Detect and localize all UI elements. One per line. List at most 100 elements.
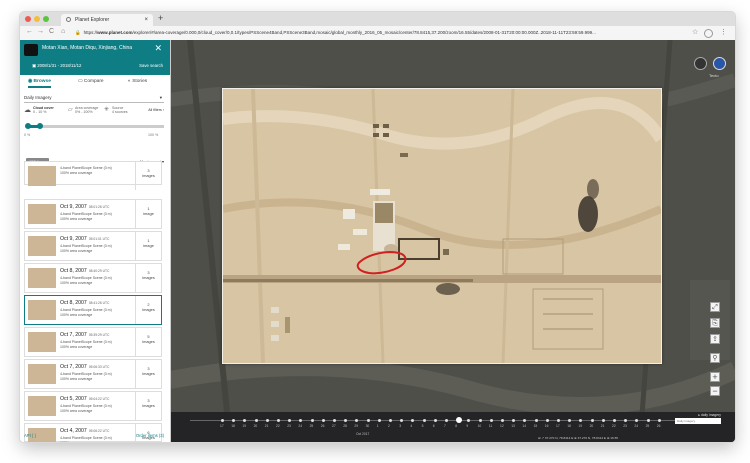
- timeline-day-marker[interactable]: [400, 419, 404, 422]
- timeline-day-marker[interactable]: [366, 419, 370, 422]
- timeline-day-marker[interactable]: [478, 419, 482, 422]
- daily-imagery-input[interactable]: Daily imagery: [675, 418, 721, 424]
- list-item[interactable]: 4-band PlanetScope Scene (3 m) 100% area …: [24, 161, 162, 190]
- list-item[interactable]: Oct 8, 2007 08:40:29 UTC 4-band PlanetScop…: [24, 263, 162, 293]
- image-count[interactable]: 3 images: [135, 360, 161, 388]
- timeline-day-marker[interactable]: [221, 419, 224, 422]
- zoom-in-button[interactable]: +: [710, 372, 720, 382]
- timeline-day-marker[interactable]: [613, 419, 616, 422]
- all-filters-button[interactable]: All filters ›: [148, 108, 164, 112]
- area-filter[interactable]: Area coverage 0% - 100%: [75, 106, 98, 114]
- list-item[interactable]: Oct 7, 2007 05:06:33 UTC 4-band PlanetScop…: [24, 359, 162, 389]
- list-item[interactable]: Oct 8, 2007 08:41:26 UTC 4-band PlanetScop…: [24, 295, 162, 325]
- api-link[interactable]: API { }: [24, 430, 36, 442]
- image-count[interactable]: 1 image: [135, 232, 161, 260]
- back-button[interactable]: ←: [26, 28, 33, 35]
- cloud-cover-slider[interactable]: [25, 123, 164, 129]
- timeline-day-marker[interactable]: [355, 419, 359, 422]
- home-button[interactable]: ⌂: [61, 28, 65, 35]
- timeline-day-marker[interactable]: [232, 419, 236, 422]
- map-view[interactable]: Tecto ⤢ ⎘ ⇪ ⚲ + −: [170, 40, 735, 442]
- timeline-day-marker[interactable]: [523, 419, 527, 422]
- timeline-day-marker[interactable]: [377, 419, 381, 422]
- bookmark-star-icon[interactable]: ☆: [692, 28, 698, 36]
- slider-handle-min[interactable]: [25, 123, 31, 129]
- image-count[interactable]: 5 images: [135, 328, 161, 356]
- list-item[interactable]: Oct 9, 2007 05:01:01 UTC 4-band PlanetScop…: [24, 231, 162, 261]
- slider-handle-max[interactable]: [36, 123, 43, 129]
- browser-tab[interactable]: Planet Explorer ×: [61, 14, 153, 26]
- timeline-day-marker[interactable]: [489, 419, 493, 422]
- zoom-out-button[interactable]: −: [710, 386, 720, 396]
- timeline-day-marker[interactable]: [277, 419, 280, 422]
- extension-icon[interactable]: [704, 29, 713, 38]
- satellite-image[interactable]: [222, 88, 667, 364]
- tab-close-icon[interactable]: ×: [144, 14, 148, 26]
- order-items-link[interactable]: Order items (3): [136, 430, 164, 442]
- tab-browse[interactable]: ◉ Browse: [28, 77, 51, 88]
- image-count[interactable]: 2 images: [135, 296, 161, 324]
- fullscreen-button[interactable]: ⤢: [710, 302, 720, 312]
- upload-button[interactable]: ⇪: [710, 334, 720, 344]
- timeline-day-marker[interactable]: [254, 419, 258, 422]
- draw-area-button[interactable]: ⎘: [710, 318, 720, 328]
- timeline-day-marker[interactable]: [590, 419, 594, 422]
- timeline-day-marker[interactable]: [657, 419, 661, 422]
- timeline-day-marker[interactable]: [557, 419, 560, 422]
- forward-button[interactable]: →: [37, 28, 44, 35]
- user-avatar[interactable]: [713, 57, 726, 70]
- timeline-day-marker[interactable]: [601, 419, 605, 422]
- tab-stories[interactable]: ◐ Stories: [128, 77, 147, 86]
- list-item[interactable]: Oct 7, 2007 05:39:29 UTC 4-band PlanetScop…: [24, 327, 162, 357]
- timeline-day-marker[interactable]: [265, 419, 269, 422]
- browser-menu-icon[interactable]: ⋮: [720, 28, 727, 36]
- source-filter[interactable]: Source 4 sources: [112, 106, 128, 114]
- image-count[interactable]: 1 image: [135, 200, 161, 228]
- timeline-day-marker[interactable]: [333, 419, 336, 422]
- timeline-day-marker[interactable]: [422, 419, 426, 422]
- minimize-window-button[interactable]: [34, 16, 40, 22]
- cloud-filter[interactable]: Cloud cover 0 - 10 %: [33, 106, 54, 114]
- image-count[interactable]: 3 images: [135, 162, 161, 190]
- timeline-day-marker[interactable]: [568, 419, 572, 422]
- timeline-day-marker[interactable]: [344, 419, 348, 422]
- image-count[interactable]: 3 images: [135, 392, 161, 420]
- new-tab-button[interactable]: +: [158, 13, 163, 23]
- list-item[interactable]: Oct 9, 2007 08:01:26 UTC 4-band PlanetScop…: [24, 199, 162, 229]
- image-count[interactable]: 3 images: [135, 264, 161, 292]
- location-pin-button[interactable]: ⚲: [710, 353, 720, 363]
- reload-button[interactable]: C: [49, 28, 54, 35]
- timeline-day-marker[interactable]: [467, 419, 471, 422]
- timeline-day-marker[interactable]: [545, 419, 549, 422]
- timeline-day-marker[interactable]: [579, 419, 583, 422]
- timeline-day-marker[interactable]: [624, 419, 628, 422]
- apps-grid-icon[interactable]: [694, 57, 707, 70]
- timeline-day-marker[interactable]: [310, 419, 314, 422]
- timeline-day-marker[interactable]: [433, 419, 437, 422]
- timeline-day-marker[interactable]: [243, 419, 247, 422]
- maximize-window-button[interactable]: [43, 16, 49, 22]
- timeline-day-marker[interactable]: [456, 417, 463, 423]
- timeline-day-marker[interactable]: [534, 419, 538, 422]
- timeline-day-label: 23: [287, 424, 291, 428]
- close-icon[interactable]: ✕: [154, 43, 162, 54]
- timeline-day-marker[interactable]: [646, 419, 650, 422]
- close-window-button[interactable]: [25, 16, 31, 22]
- timeline-day-marker[interactable]: [635, 419, 639, 422]
- timeline-day-marker[interactable]: [299, 419, 303, 422]
- url-input[interactable]: 🔒 https://www.planet.com/explorer/#/area-…: [75, 28, 675, 38]
- tab-compare[interactable]: ▭ Compare: [78, 77, 104, 86]
- timeline-day-marker[interactable]: [501, 419, 504, 422]
- timeline-day-marker[interactable]: [321, 419, 325, 422]
- timeline-day-marker[interactable]: [445, 419, 448, 422]
- timeline-day-marker[interactable]: [512, 419, 516, 422]
- timeline-bar[interactable]: 17 18 19 20 21 22 23 24 25 26 27 28 29 30 1 2 3 4 5 6 7 8 9 10 1…: [170, 412, 735, 442]
- scene-date: Oct 9, 2007 08:01:26 UTC: [60, 204, 109, 210]
- timeline-day-marker[interactable]: [389, 419, 392, 422]
- timeline-day-marker[interactable]: [411, 419, 415, 422]
- list-item[interactable]: Oct 5, 2007 05:04:22 UTC 4-band PlanetScop…: [24, 391, 162, 421]
- timeline-day-marker[interactable]: [288, 419, 292, 422]
- save-search-button[interactable]: Save search: [139, 63, 163, 68]
- imagery-select[interactable]: Daily Imagery ▾: [24, 94, 164, 103]
- date-range[interactable]: ▣ 2008/1/31 - 2018/11/12: [32, 63, 81, 69]
